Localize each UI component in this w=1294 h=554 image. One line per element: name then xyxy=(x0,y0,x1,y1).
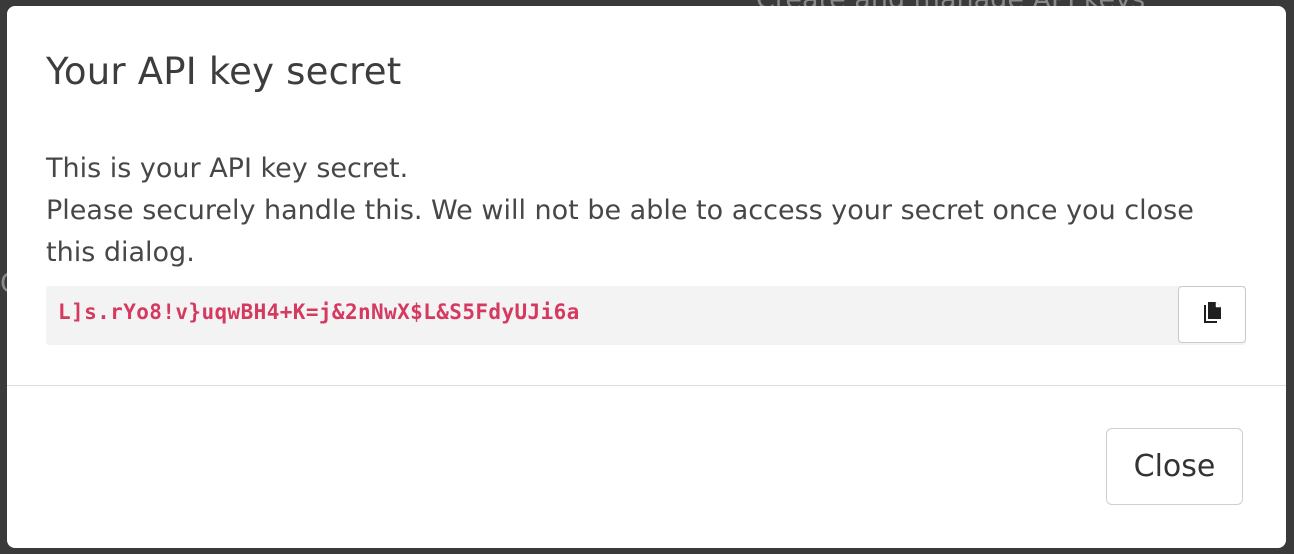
dialog-header: Your API key secret xyxy=(7,6,1286,146)
description-line-1: This is your API key secret. xyxy=(46,153,409,184)
dialog-description: This is your API key secret. Please secu… xyxy=(46,148,1226,274)
description-line-2: Please securely handle this. We will not… xyxy=(46,195,1194,268)
copy-secret-button[interactable] xyxy=(1178,286,1246,343)
footer-divider xyxy=(7,385,1286,386)
api-key-secret-value[interactable]: L]s.rYo8!v}uqwBH4+K=j&2nNwX$L&S5FdyUJi6a xyxy=(58,300,580,324)
secret-display: L]s.rYo8!v}uqwBH4+K=j&2nNwX$L&S5FdyUJi6a xyxy=(46,286,1246,345)
close-button[interactable]: Close xyxy=(1106,428,1243,505)
dialog-title: Your API key secret xyxy=(46,50,402,93)
copy-icon xyxy=(1201,301,1223,328)
api-key-secret-dialog: Your API key secret This is your API key… xyxy=(7,6,1286,548)
